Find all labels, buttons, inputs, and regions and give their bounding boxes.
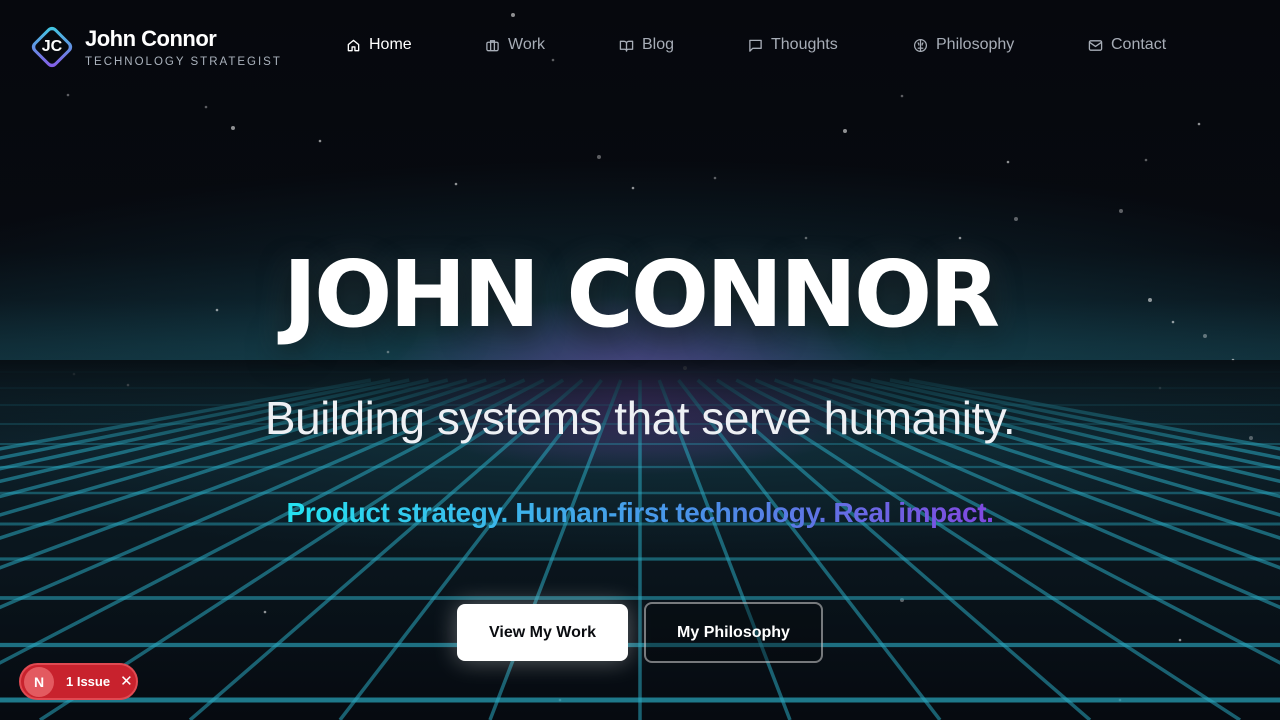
- nav-label: Blog: [642, 36, 675, 53]
- nav-label: Thoughts: [771, 36, 838, 53]
- nav-label: Home: [369, 36, 412, 53]
- nextjs-logo-icon: N: [24, 666, 54, 697]
- mail-icon: [1088, 39, 1103, 51]
- nav-label: Contact: [1111, 36, 1167, 53]
- chat-bubble-icon: [749, 39, 762, 52]
- briefcase-icon: [486, 39, 499, 51]
- brand-subtitle: TECHNOLOGY STRATEGIST: [85, 55, 282, 68]
- tagline-text: Product strategy. Human-first technology…: [286, 497, 994, 528]
- hero-subtitle: Building systems that serve humanity.: [264, 392, 1016, 444]
- my-philosophy-button[interactable]: My Philosophy: [644, 602, 823, 663]
- nav-item-philosophy[interactable]: Philosophy: [913, 36, 1014, 54]
- nav-label: Philosophy: [936, 36, 1015, 53]
- issue-count-label: 1 Issue: [66, 674, 111, 689]
- brand-name: John Connor: [85, 25, 217, 51]
- brain-icon: [913, 38, 928, 52]
- nav-item-thoughts[interactable]: Thoughts: [748, 36, 838, 54]
- close-icon[interactable]: ✕: [120, 674, 133, 689]
- hero-title: JOHN CONNOR: [282, 241, 1000, 348]
- perspective-grid: [0, 360, 1280, 720]
- nav-item-work[interactable]: Work: [485, 36, 545, 54]
- dev-issues-badge[interactable]: N 1 Issue ✕: [19, 663, 138, 700]
- nav-item-contact[interactable]: Contact: [1088, 36, 1166, 54]
- monogram-text: JC: [41, 38, 63, 55]
- nav-item-blog[interactable]: Blog: [619, 36, 674, 54]
- view-my-work-button[interactable]: View My Work: [457, 604, 628, 661]
- monogram-logo: JC: [28, 23, 76, 71]
- nav-label: Work: [508, 36, 546, 53]
- book-icon: [619, 40, 634, 52]
- nav-item-home[interactable]: Home: [346, 36, 412, 54]
- hero-tagline: Product strategy. Human-first technology…: [0, 495, 1280, 531]
- home-icon: [347, 39, 360, 51]
- brand-logo-link[interactable]: JC John Connor TECHNOLOGY STRATEGIST: [28, 23, 282, 71]
